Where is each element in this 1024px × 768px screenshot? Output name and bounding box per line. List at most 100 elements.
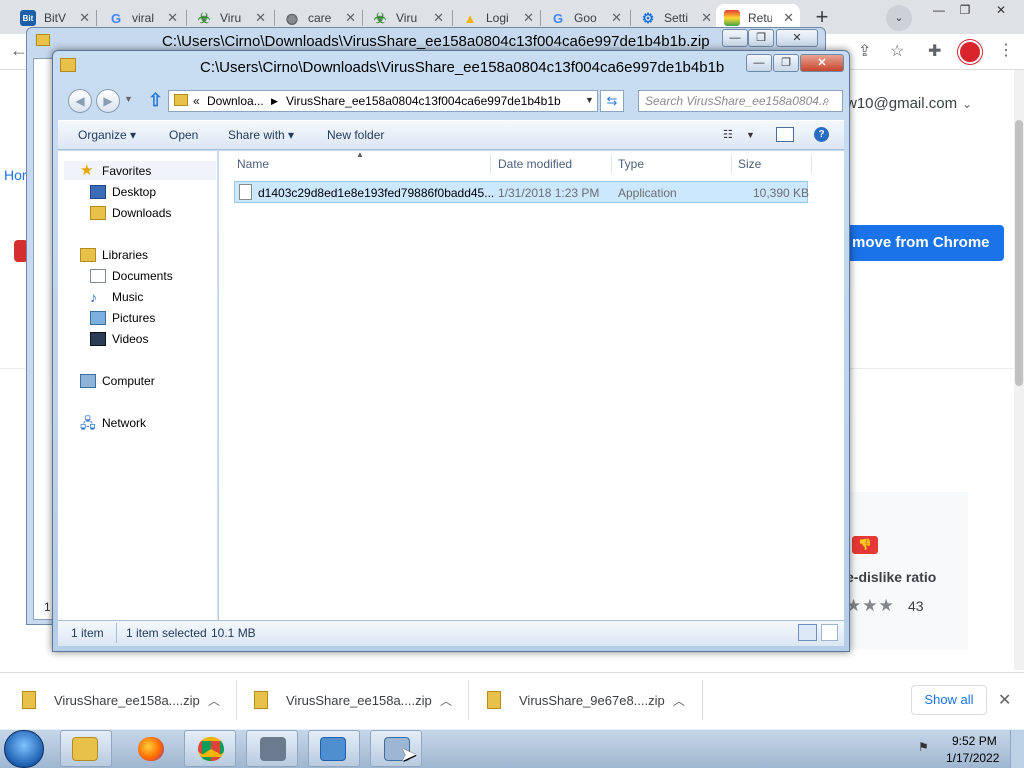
biohazard-icon: ☣ — [197, 9, 211, 26]
nav-item-downloads[interactable]: Downloads — [90, 206, 171, 220]
chevron-up-icon[interactable]: ︿ — [208, 692, 220, 709]
search-input[interactable]: Search VirusShare_ee158a0804... — [638, 90, 843, 112]
refresh-icon[interactable]: ⇆ — [600, 90, 624, 112]
close-icon[interactable]: ✕ — [611, 10, 622, 26]
breadcrumb-downloads[interactable]: Downloa... — [207, 94, 264, 108]
nav-item-pictures[interactable]: Pictures — [90, 311, 155, 325]
downloads-folder-icon — [90, 206, 106, 220]
nav-label: Favorites — [102, 164, 152, 178]
close-icon[interactable]: ✕ — [986, 0, 1016, 20]
remove-from-chrome-button[interactable]: move from Chrome — [838, 225, 1004, 261]
close-icon[interactable]: ✕ — [255, 10, 266, 26]
chevron-down-icon[interactable]: ⌄ — [962, 97, 972, 111]
extensions-icon[interactable]: ✚ — [928, 41, 941, 61]
minimize-icon[interactable]: — — [746, 54, 772, 72]
tab-label: Logi — [486, 11, 509, 25]
nav-item-network[interactable]: 🖧 Network — [80, 416, 146, 430]
download-item[interactable]: VirusShare_ee158a....zip ︿ — [254, 684, 452, 716]
address-overflow[interactable]: « — [193, 94, 200, 108]
close-icon[interactable]: ✕ — [701, 10, 712, 26]
clock-time[interactable]: 9:52 PM — [952, 734, 997, 748]
nav-item-desktop[interactable]: Desktop — [90, 185, 156, 199]
application-file-icon — [239, 184, 252, 200]
firefox-icon[interactable] — [138, 737, 164, 761]
menu-icon[interactable]: ⋮ — [998, 40, 1014, 60]
tab-label: Viru — [220, 11, 242, 25]
forward-icon[interactable]: ▶ — [96, 89, 120, 113]
clock-date[interactable]: 1/17/2022 — [946, 751, 999, 765]
show-desktop-button[interactable] — [1010, 730, 1024, 768]
file-list — [219, 151, 844, 620]
column-header-date[interactable]: Date modified — [498, 157, 572, 171]
restore-icon[interactable]: ❐ — [950, 0, 980, 20]
profile-icon[interactable] — [958, 40, 982, 64]
nav-label: Network — [102, 416, 147, 430]
nav-item-music[interactable]: ♪ Music — [90, 290, 143, 304]
nav-label: Libraries — [102, 248, 149, 262]
large-icons-view-icon[interactable] — [821, 624, 838, 641]
close-icon[interactable]: ✕ — [79, 10, 90, 26]
chevron-down-icon[interactable]: ▼ — [585, 95, 594, 105]
open-button[interactable]: Open — [169, 128, 198, 142]
action-center-icon[interactable]: ⚑ — [918, 740, 929, 754]
show-all-button[interactable]: Show all — [911, 685, 987, 715]
account-email: w10@gmail.com — [846, 95, 958, 112]
explorer-icon — [72, 737, 98, 761]
close-icon[interactable]: ✕ — [523, 10, 534, 26]
share-icon[interactable]: ⇪ — [858, 41, 871, 61]
organize-button[interactable]: Organize ▾ — [78, 128, 136, 142]
preview-pane-icon[interactable] — [776, 127, 794, 142]
breadcrumb-folder[interactable]: VirusShare_ee158a0804c13f004ca6e997de1b4… — [286, 94, 561, 108]
videos-icon — [90, 332, 106, 346]
close-icon[interactable]: ✕ — [800, 54, 844, 72]
scroll-thumb[interactable] — [1015, 120, 1023, 386]
help-icon[interactable]: ? — [814, 127, 829, 142]
globe-icon: ◍ — [285, 9, 299, 26]
home-link[interactable]: Hor — [4, 167, 27, 183]
download-item[interactable]: VirusShare_ee158a....zip ︿ — [22, 684, 220, 716]
nav-label: Desktop — [112, 185, 157, 199]
nav-label: Computer — [102, 374, 155, 388]
nav-item-favorites[interactable]: ★ Favorites — [80, 162, 152, 179]
column-header-size[interactable]: Size — [738, 157, 761, 171]
column-header-type[interactable]: Type — [618, 157, 644, 171]
nav-item-libraries[interactable]: Libraries — [80, 248, 148, 262]
network-icon — [320, 737, 346, 761]
close-icon[interactable]: ✕ — [433, 10, 444, 26]
close-icon[interactable]: ✕ — [345, 10, 356, 26]
minimize-icon[interactable]: — — [722, 29, 748, 47]
close-icon[interactable]: ✕ — [783, 10, 794, 26]
music-icon: ♪ — [90, 289, 97, 305]
close-icon[interactable]: ✕ — [167, 10, 178, 26]
chevron-down-icon[interactable]: ▼ — [746, 130, 755, 140]
desktop-icon — [90, 185, 106, 199]
star-icon[interactable]: ☆ — [890, 41, 904, 61]
nav-item-documents[interactable]: Documents — [90, 269, 173, 283]
maximize-icon[interactable]: ❐ — [748, 29, 774, 47]
download-item[interactable]: VirusShare_9e67e8....zip ︿ — [487, 684, 685, 716]
close-icon[interactable]: ✕ — [998, 690, 1011, 710]
maximize-icon[interactable]: ❐ — [773, 54, 799, 72]
up-arrow-icon[interactable]: ⇧ — [148, 90, 163, 111]
share-with-button[interactable]: Share with ▾ — [228, 128, 294, 142]
tab-label: care — [308, 11, 332, 25]
column-header-name[interactable]: Name — [237, 157, 269, 171]
start-button[interactable] — [4, 730, 44, 768]
folder-icon — [36, 34, 50, 46]
chevron-up-icon[interactable]: ︿ — [440, 692, 452, 709]
view-options-icon[interactable]: ☷ — [723, 128, 733, 141]
chevron-down-icon[interactable]: ⌄ — [886, 5, 912, 31]
nav-item-computer[interactable]: Computer — [80, 374, 155, 388]
chevron-up-icon[interactable]: ︿ — [673, 692, 685, 709]
nav-item-videos[interactable]: Videos — [90, 332, 148, 346]
star-icon: ★ — [80, 162, 94, 179]
chevron-right-icon[interactable]: ▶ — [271, 96, 278, 107]
new-folder-button[interactable]: New folder — [327, 128, 384, 142]
zip-file-icon — [254, 691, 268, 709]
network-icon: 🖧 — [80, 415, 96, 431]
close-icon[interactable]: ✕ — [776, 29, 818, 47]
search-icon[interactable]: ⌕ — [823, 93, 830, 108]
chevron-down-icon[interactable]: ▼ — [124, 94, 133, 104]
details-view-icon[interactable] — [798, 624, 817, 641]
back-icon[interactable]: ◀ — [68, 89, 92, 113]
